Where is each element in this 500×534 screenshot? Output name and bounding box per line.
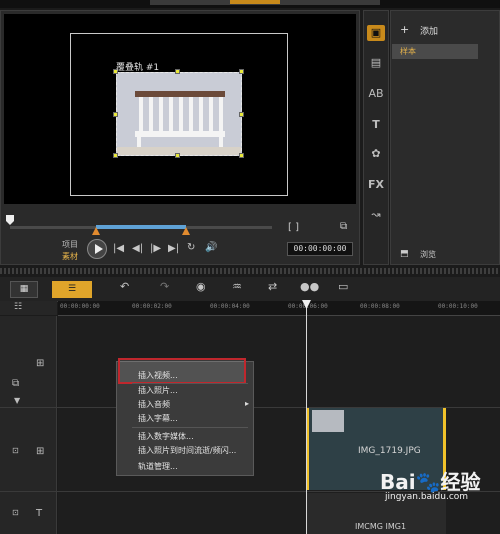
- add-button-label[interactable]: 添加: [420, 24, 438, 37]
- overlay-photo[interactable]: [116, 72, 242, 156]
- storyboard-view-button[interactable]: ▦: [10, 281, 38, 298]
- audio-mix-icon[interactable]: ♒: [232, 280, 242, 293]
- end-icon[interactable]: ▶|: [168, 243, 179, 254]
- menu-item-track-manager[interactable]: 轨道管理...: [138, 461, 178, 472]
- volume-icon[interactable]: 🔊: [205, 242, 217, 253]
- video-track-icon: ⊞: [36, 446, 45, 457]
- undo-icon[interactable]: ↶: [120, 280, 129, 293]
- resize-handle-bc[interactable]: [175, 153, 180, 158]
- prev-frame-icon[interactable]: ◀|: [132, 243, 143, 254]
- next-frame-icon[interactable]: |▶: [150, 243, 161, 254]
- ruler-tick: 00:00:00:00: [60, 303, 100, 310]
- top-bar-active-tab[interactable]: [230, 0, 280, 4]
- chevron-down-icon[interactable]: ▼: [14, 396, 20, 405]
- overlay-track-icon: ⊞: [36, 358, 45, 369]
- trim-range[interactable]: [96, 225, 186, 229]
- resize-handle-tr[interactable]: [239, 69, 244, 74]
- panel-splitter[interactable]: [0, 268, 500, 274]
- resize-handle-mr[interactable]: [239, 112, 244, 117]
- menu-item-insert-photo[interactable]: 插入照片...: [138, 385, 178, 396]
- redo-icon[interactable]: ↷: [160, 280, 169, 293]
- ruler-tick: 00:00:04:00: [210, 303, 250, 310]
- enlarge-icon[interactable]: ⧉: [340, 221, 347, 232]
- title-track-icon: T: [36, 508, 43, 519]
- menu-item-insert-timelapse[interactable]: 插入照片到时间流逝/频闪...: [138, 445, 236, 456]
- chevron-right-icon: ▸: [245, 399, 250, 408]
- browse-button-label[interactable]: 浏览: [420, 249, 436, 260]
- time-ruler[interactable]: [58, 301, 500, 316]
- menu-separator: [132, 383, 248, 384]
- baidu-watermark-url: jingyan.baidu.com: [385, 492, 469, 502]
- overlay-track-label: 覆叠轨 #1: [116, 63, 160, 73]
- browse-icon[interactable]: ⬒: [400, 249, 409, 259]
- top-bar: [0, 0, 500, 8]
- transition-icon[interactable]: ✿: [367, 146, 385, 162]
- track-options-icon[interactable]: ⧉: [12, 378, 19, 389]
- subtitle-icon[interactable]: ▭: [338, 280, 348, 293]
- crib-image: [117, 73, 241, 155]
- ruler-tick: 00:00:10:00: [438, 303, 478, 310]
- resize-handle-bl[interactable]: [113, 153, 118, 158]
- project-mode-label[interactable]: 项目: [62, 239, 78, 250]
- menu-item-insert-subtitle[interactable]: 插入字幕...: [138, 413, 178, 424]
- motion-icon[interactable]: ⇄: [268, 280, 277, 293]
- menu-item-insert-digital-media[interactable]: 插入数字媒体...: [138, 431, 194, 442]
- media-icon[interactable]: ▣: [367, 25, 385, 41]
- instant-project-icon[interactable]: ▤: [367, 55, 385, 71]
- clip-strip-labels: IMCMG IMG1: [355, 522, 407, 531]
- timeline-view-button[interactable]: ☰: [52, 281, 92, 298]
- record-icon[interactable]: ◉: [196, 280, 206, 293]
- path-icon[interactable]: ↝: [367, 207, 385, 223]
- resize-handle-ml[interactable]: [113, 112, 118, 117]
- text-icon[interactable]: T: [367, 117, 385, 133]
- library-tool-strip: [363, 10, 389, 265]
- ruler-tick: 00:00:08:00: [360, 303, 400, 310]
- track-manager-icon[interactable]: ☷: [14, 302, 22, 312]
- baidu-watermark-logo: Bai🐾经验: [380, 470, 481, 494]
- resize-handle-tc[interactable]: [175, 69, 180, 74]
- menu-separator: [132, 427, 248, 428]
- playhead-line[interactable]: [306, 301, 307, 534]
- lock-icon[interactable]: ⊡: [12, 508, 19, 517]
- ruler-header: ☷: [0, 301, 57, 315]
- track-header-overlay[interactable]: ⊞ ⧉ ▼: [0, 316, 57, 408]
- menu-item-insert-audio[interactable]: 插入音频: [138, 399, 170, 410]
- menu-item-insert-video[interactable]: 插入视频...: [138, 370, 178, 381]
- resize-handle-br[interactable]: [239, 153, 244, 158]
- mark-brackets[interactable]: [ ]: [288, 222, 299, 233]
- home-icon[interactable]: |◀: [113, 243, 124, 254]
- clip-thumbnail: [312, 410, 344, 432]
- add-icon[interactable]: +: [400, 23, 409, 36]
- library-item-sample[interactable]: 样本: [392, 44, 478, 59]
- track-header-video[interactable]: ⊡ ⊞: [0, 408, 57, 492]
- auto-music-icon[interactable]: ●●: [300, 280, 319, 293]
- track-header-title[interactable]: ⊡ T: [0, 492, 57, 534]
- repeat-icon[interactable]: ↻: [187, 242, 195, 253]
- timecode-display[interactable]: 00:00:00:00: [287, 242, 353, 256]
- ruler-tick: 00:00:02:00: [132, 303, 172, 310]
- title-icon[interactable]: AB: [367, 86, 385, 102]
- play-button[interactable]: [87, 239, 107, 259]
- clip-mode-label[interactable]: 素材: [62, 251, 78, 262]
- clip-name: IMG_1719.JPG: [358, 446, 421, 456]
- fx-icon[interactable]: FX: [367, 177, 385, 193]
- lock-icon[interactable]: ⊡: [12, 446, 19, 455]
